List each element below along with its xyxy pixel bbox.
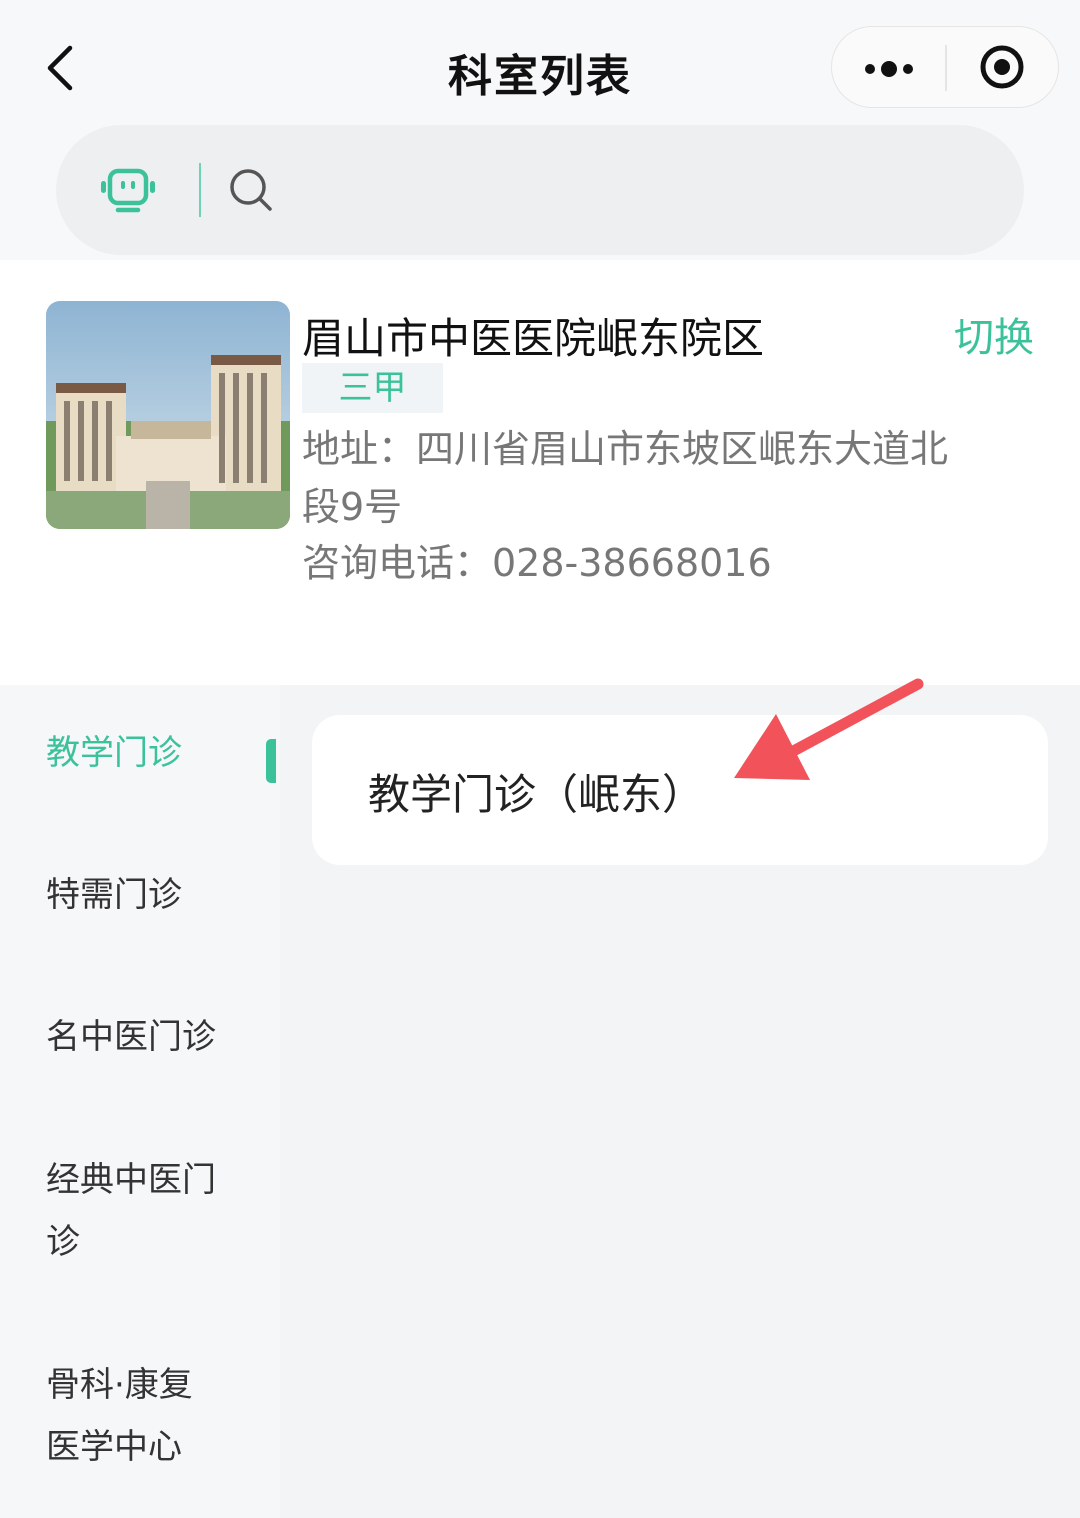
hospital-name: 眉山市中医医院岷东院区	[302, 314, 765, 363]
search-icon	[230, 169, 272, 211]
hospital-photo	[46, 301, 290, 529]
ai-assistant-icon[interactable]	[98, 165, 158, 215]
capsule-divider	[945, 45, 947, 91]
more-icon[interactable]	[860, 49, 920, 89]
sidebar-item-classic-tcm-clinic[interactable]: 经典中医门诊	[46, 1149, 226, 1273]
annotation-arrow-icon	[734, 678, 924, 780]
search-area	[0, 125, 1080, 260]
close-miniprogram-icon[interactable]	[978, 43, 1026, 91]
sidebar-item-teaching-clinic[interactable]: 教学门诊	[46, 722, 246, 784]
hospital-address: 地址：四川省眉山市东坡区岷东大道北段9号	[302, 427, 949, 529]
search-divider	[199, 163, 201, 217]
active-indicator	[266, 739, 276, 783]
sidebar-item-special-clinic[interactable]: 特需门诊	[46, 864, 246, 926]
department-name: 教学门诊（岷东）	[368, 770, 705, 819]
miniprogram-capsule	[831, 26, 1059, 108]
sidebar-item-famous-tcm-clinic[interactable]: 名中医门诊	[46, 1006, 246, 1068]
search-input[interactable]	[56, 125, 1024, 255]
hospital-phone[interactable]: 咨询电话：028-38668016	[302, 532, 772, 587]
switch-hospital-button[interactable]: 切换	[954, 305, 1034, 363]
nav-bar: 科室列表	[0, 0, 1080, 125]
sidebar-item-orthopedics-rehab[interactable]: 骨科·康复医学中心	[46, 1354, 206, 1478]
hospital-level-badge: 三甲	[302, 363, 443, 413]
department-card[interactable]: 教学门诊（岷东）	[312, 715, 1048, 865]
hospital-info: 眉山市中医医院岷东院区 切换 三甲 地址：四川省眉山市东坡区岷东大道北段9号 咨…	[0, 260, 1080, 685]
